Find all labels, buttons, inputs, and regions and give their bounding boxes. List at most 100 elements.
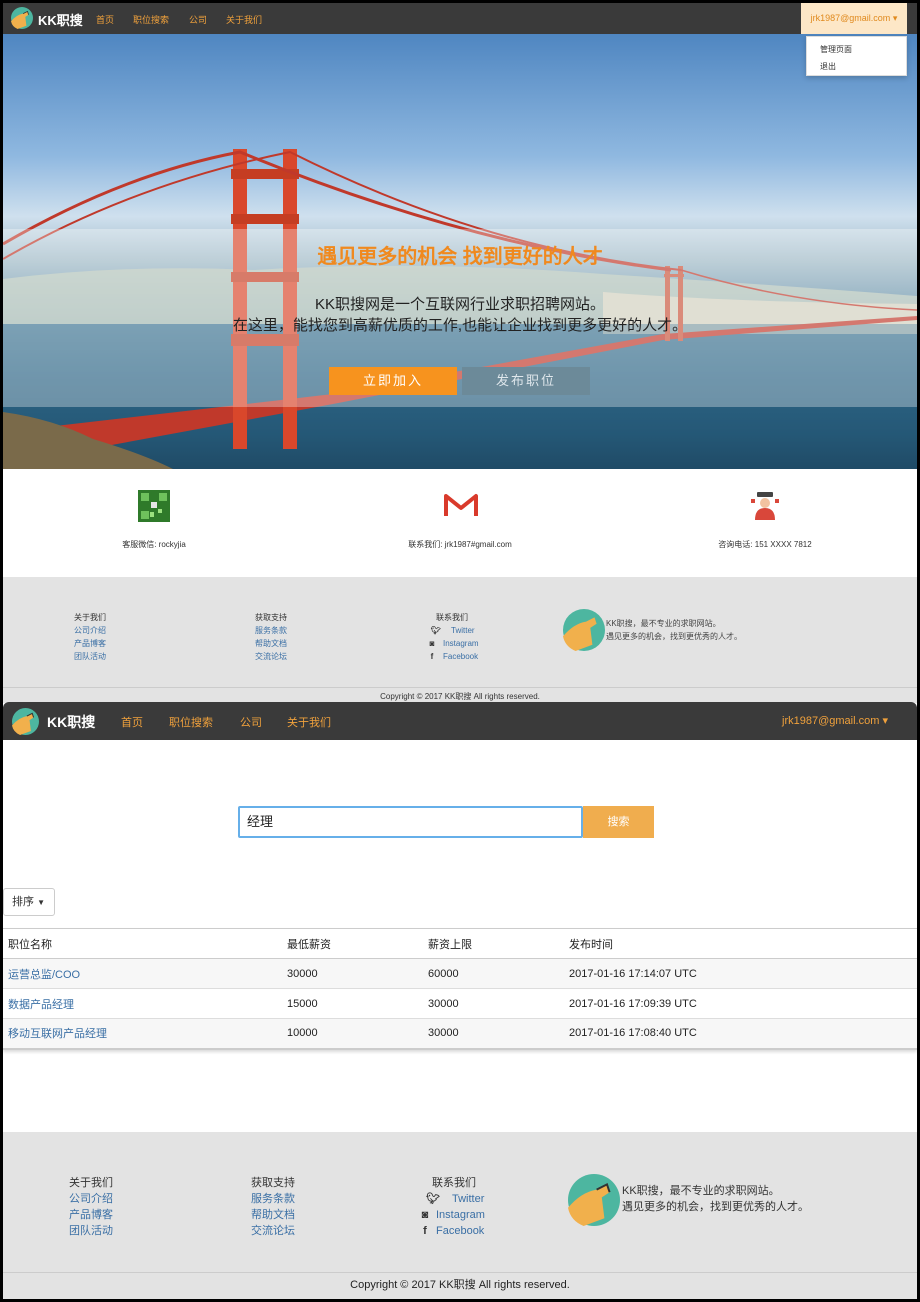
footer-about-heading: 关于我们 [74, 613, 106, 622]
contact-strip: 客服微信: rockyjia 联系我们: jrk1987#gmail.com 咨… [3, 469, 917, 577]
twitter-icon: 🐦︎ [426, 1193, 440, 1205]
horse-logo-icon[interactable] [12, 708, 39, 735]
nav-item-home[interactable]: 首页 [121, 714, 143, 730]
footer-contact-heading: 联系我们 [432, 1177, 476, 1189]
footer-link-company-intro[interactable]: 公司介绍 [69, 1191, 113, 1207]
nav-item-job-search[interactable]: 职位搜索 [133, 13, 169, 26]
footer-link-blog[interactable]: 产品博客 [74, 637, 106, 650]
job-title-link[interactable]: 数据产品经理 [3, 988, 282, 1019]
posted-time-cell: 2017-01-16 17:09:39 UTC [564, 988, 917, 1019]
user-email: jrk1987@gmail.com [782, 715, 880, 727]
footer-link-forum[interactable]: 交流论坛 [255, 650, 287, 663]
footer-contact-column: 联系我们 🐦︎ Twitter ◙ Instagram f Facebook [425, 611, 479, 663]
nav-item-home[interactable]: 首页 [96, 13, 114, 26]
hero-title: 遇见更多的机会 找到更好的人才 [317, 246, 603, 268]
table-row[interactable]: 运营总监/COO 30000 60000 2017-01-16 17:14:07… [3, 958, 917, 989]
max-salary-cell: 30000 [423, 1018, 564, 1049]
footer-link-facebook[interactable]: f Facebook [418, 1223, 485, 1239]
footer-link-facebook[interactable]: f Facebook [425, 650, 479, 663]
instagram-icon: ◙ [429, 639, 435, 648]
footer-horse-logo-icon [568, 1174, 620, 1226]
max-salary-cell: 60000 [423, 958, 564, 989]
footer-support-heading: 获取支持 [251, 1177, 295, 1189]
footer-link-team[interactable]: 团队活动 [74, 650, 106, 663]
hero-banner: 遇见更多的机会 找到更好的人才 KK职搜网是一个互联网行业求职招聘网站。 在这里… [3, 34, 917, 469]
posted-time-cell: 2017-01-16 17:08:40 UTC [564, 1018, 917, 1049]
footer-copyright: Copyright © 2017 KK职搜 All rights reserve… [3, 1272, 917, 1292]
instagram-label: Instagram [436, 1209, 485, 1221]
top-navbar: KK职搜 首页 职位搜索 公司 关于我们 jrk1987@gmail.com ▾ [3, 3, 917, 34]
footer-contact-heading: 联系我们 [436, 613, 468, 622]
column-header-posted[interactable]: 发布时间 [564, 928, 917, 959]
twitter-icon: 🐦︎ [430, 626, 442, 635]
footer-description: KK职搜，最不专业的求职网站。 遇见更多的机会，找到更优秀的人才。 [606, 617, 742, 643]
posted-time-cell: 2017-01-16 17:14:07 UTC [564, 958, 917, 989]
facebook-icon: f [430, 652, 434, 661]
customer-service-icon [751, 492, 779, 520]
job-title-link[interactable]: 运营总监/COO [3, 958, 282, 989]
dropdown-item-admin[interactable]: 管理页面 [820, 44, 852, 55]
nav-item-company[interactable]: 公司 [240, 714, 262, 730]
wechat-text: 客服微信: rockyjia [122, 540, 186, 549]
footer-about-heading: 关于我们 [69, 1177, 113, 1189]
facebook-icon: f [423, 1225, 427, 1237]
footer-link-help[interactable]: 帮助文档 [251, 1207, 295, 1223]
table-row[interactable]: 移动互联网产品经理 10000 30000 2017-01-16 17:08:4… [3, 1018, 917, 1049]
sort-dropdown-button[interactable]: 排序 ▼ [3, 888, 55, 916]
instagram-label: Instagram [443, 639, 479, 648]
hero-subtitle-line-2: 在这里，能找您到高薪优质的工作,也能让企业找到更多更好的人才。 [232, 317, 688, 334]
post-job-button[interactable]: 发布职位 [462, 367, 590, 395]
brand-name[interactable]: KK职搜 [38, 10, 83, 29]
min-salary-cell: 30000 [282, 958, 423, 989]
user-menu-toggle[interactable]: jrk1987@gmail.com ▾ [801, 3, 907, 34]
qr-code-icon [138, 490, 170, 522]
table-row[interactable]: 数据产品经理 15000 30000 2017-01-16 17:09:39 U… [3, 988, 917, 1019]
footer-link-company-intro[interactable]: 公司介绍 [74, 624, 106, 637]
facebook-label: Facebook [436, 1225, 485, 1237]
screenshot-frame: KK职搜 首页 职位搜索 公司 关于我们 jrk1987@gmail.com ▾ [3, 3, 917, 1299]
footer-desc-line-1: KK职搜，最不专业的求职网站。 [606, 619, 721, 628]
footer-desc-line-1: KK职搜，最不专业的求职网站。 [622, 1185, 780, 1197]
footer-link-help[interactable]: 帮助文档 [255, 637, 287, 650]
footer-support-heading: 获取支持 [255, 613, 287, 622]
caret-down-icon: ▾ [882, 715, 888, 727]
twitter-label: Twitter [451, 626, 475, 635]
footer-support-column: 获取支持 服务条款 帮助文档 交流论坛 [251, 1175, 295, 1239]
horse-logo-icon[interactable] [11, 7, 33, 29]
nav-item-about[interactable]: 关于我们 [226, 13, 262, 26]
footer-link-twitter[interactable]: 🐦︎ Twitter [418, 1191, 485, 1207]
footer-link-twitter[interactable]: 🐦︎ Twitter [425, 624, 479, 637]
nav-item-about[interactable]: 关于我们 [287, 714, 331, 730]
footer-link-terms[interactable]: 服务条款 [251, 1191, 295, 1207]
table-header-row: 职位名称 最低薪资 薪资上限 发布时间 [3, 928, 917, 959]
nav-item-job-search[interactable]: 职位搜索 [169, 714, 213, 730]
column-header-title[interactable]: 职位名称 [3, 928, 282, 959]
job-title-link[interactable]: 移动互联网产品经理 [3, 1018, 282, 1049]
footer-desc-line-2: 遇见更多的机会，找到更优秀的人才。 [622, 1201, 809, 1213]
footer-link-team[interactable]: 团队活动 [69, 1223, 113, 1239]
footer-link-terms[interactable]: 服务条款 [255, 624, 287, 637]
footer-link-forum[interactable]: 交流论坛 [251, 1223, 295, 1239]
footer-top: 关于我们 公司介绍 产品博客 团队活动 获取支持 服务条款 帮助文档 交流论坛 … [3, 577, 917, 703]
brand-name[interactable]: KK职搜 [47, 712, 95, 732]
footer-support-column: 获取支持 服务条款 帮助文档 交流论坛 [255, 611, 287, 663]
hero-subtitle: KK职搜网是一个互联网行业求职招聘网站。 在这里，能找您到高薪优质的工作,也能让… [3, 294, 917, 336]
search-input[interactable]: 经理 [238, 806, 583, 838]
join-now-button[interactable]: 立即加入 [329, 367, 457, 395]
search-button[interactable]: 搜索 [583, 806, 654, 838]
dropdown-item-logout[interactable]: 退出 [820, 61, 836, 72]
sort-label: 排序 [12, 896, 34, 908]
nav-item-company[interactable]: 公司 [189, 13, 207, 26]
footer-description: KK职搜，最不专业的求职网站。 遇见更多的机会，找到更优秀的人才。 [622, 1183, 809, 1215]
footer-copyright: Copyright © 2017 KK职搜 All rights reserve… [3, 687, 917, 702]
footer-link-instagram[interactable]: ◙ Instagram [418, 1207, 485, 1223]
column-header-max-salary[interactable]: 薪资上限 [423, 928, 564, 959]
footer-link-instagram[interactable]: ◙ Instagram [425, 637, 479, 650]
footer-link-blog[interactable]: 产品博客 [69, 1207, 113, 1223]
column-header-min-salary[interactable]: 最低薪资 [282, 928, 423, 959]
phone-text: 咨询电话: 151 XXXX 7812 [718, 540, 812, 549]
footer-about-column: 关于我们 公司介绍 产品博客 团队活动 [74, 611, 106, 663]
footer-bottom: 关于我们 公司介绍 产品博客 团队活动 获取支持 服务条款 帮助文档 交流论坛 … [3, 1132, 917, 1299]
min-salary-cell: 15000 [282, 988, 423, 1019]
user-menu-toggle[interactable]: jrk1987@gmail.com ▾ [782, 714, 888, 727]
